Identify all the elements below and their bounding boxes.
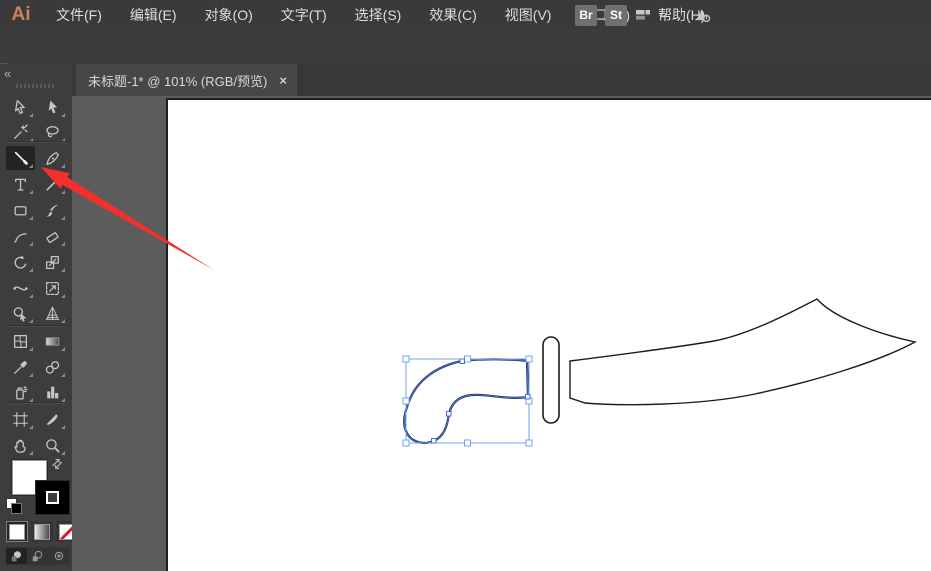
curvature-tool[interactable] — [38, 146, 67, 170]
draw-normal-button[interactable] — [6, 548, 27, 564]
direct-selection-tool[interactable] — [38, 95, 67, 119]
column-graph-tool[interactable] — [38, 380, 67, 404]
menubar-divider — [680, 6, 681, 24]
paintbrush-tool[interactable] — [38, 198, 67, 222]
shape-builder-tool[interactable] — [6, 301, 35, 325]
tool-group-divider — [6, 402, 66, 404]
gradient-icon — [34, 524, 50, 540]
menubar-right-cluster: Br St — [575, 0, 711, 30]
artboard[interactable] — [166, 98, 931, 571]
menu-item-1[interactable]: 编辑(E) — [116, 0, 191, 30]
perspective-grid-tool[interactable] — [38, 301, 67, 325]
document-tab-title: 未标题-1* @ 101% (RGB/预览) — [88, 71, 267, 90]
tool-group-divider — [6, 325, 66, 327]
zoom-tool[interactable] — [38, 433, 67, 457]
gpu-performance-icon[interactable] — [693, 6, 711, 24]
menu-item-2[interactable]: 对象(O) — [191, 0, 267, 30]
menu-bar: Ai 文件(F)编辑(E)对象(O)文字(T)选择(S)效果(C)视图(V)窗口… — [0, 0, 931, 30]
tool-panel: « ⇄ — [0, 64, 73, 571]
free-transform-tool[interactable] — [38, 276, 67, 300]
gradient-button[interactable] — [31, 521, 53, 542]
width-tool[interactable] — [6, 276, 35, 300]
symbol-sprayer-tool[interactable] — [6, 380, 35, 404]
hand-tool[interactable] — [6, 433, 35, 457]
panel-drag-grip[interactable] — [16, 84, 56, 88]
stroke-hole — [46, 491, 59, 504]
line-segment-tool[interactable] — [38, 172, 67, 196]
rectangle-tool[interactable] — [6, 198, 35, 222]
stroke-color-swatch[interactable] — [36, 481, 69, 514]
scale-tool[interactable] — [38, 250, 67, 274]
pen-tool[interactable] — [6, 146, 35, 170]
bridge-button[interactable]: Br — [575, 5, 597, 26]
gradient-tool[interactable] — [38, 329, 67, 353]
canvas-pasteboard[interactable] — [72, 96, 931, 571]
menu-item-3[interactable]: 文字(T) — [267, 0, 341, 30]
eraser-tool[interactable] — [38, 224, 67, 248]
chevron-down-icon[interactable] — [659, 11, 668, 20]
type-tool[interactable] — [6, 172, 35, 196]
eyedropper-tool[interactable] — [6, 355, 35, 379]
menu-item-5[interactable]: 效果(C) — [415, 0, 490, 30]
draw-inside-button[interactable] — [48, 548, 69, 564]
artboard-tool[interactable] — [6, 407, 35, 431]
menu-item-4[interactable]: 选择(S) — [341, 0, 416, 30]
mesh-tool[interactable] — [6, 329, 35, 353]
stock-button[interactable]: St — [605, 5, 627, 26]
workspace-switcher-icon[interactable] — [635, 7, 651, 23]
tool-group-divider — [6, 141, 66, 143]
swap-fill-stroke-icon[interactable]: ⇄ — [48, 454, 67, 473]
default-colors-icon[interactable] — [6, 498, 22, 514]
document-tab-bar: 未标题-1* @ 101% (RGB/预览) × — [72, 64, 931, 98]
pencil-tool[interactable] — [6, 224, 35, 248]
color-fill-button[interactable] — [6, 521, 28, 542]
control-bar: 锚点 转换: 手柄: 锚点: X: 293.5 px Y: 302.5 px 宽… — [0, 30, 931, 65]
illustrator-logo: Ai — [0, 4, 42, 26]
menu-item-6[interactable]: 视图(V) — [491, 0, 566, 30]
selection-tool[interactable] — [6, 95, 35, 119]
tab-close-icon[interactable]: × — [279, 73, 287, 88]
rotate-tool[interactable] — [6, 250, 35, 274]
document-tab[interactable]: 未标题-1* @ 101% (RGB/预览) × — [76, 64, 297, 96]
draw-behind-button[interactable] — [27, 548, 48, 564]
panel-collapse-button[interactable]: « — [4, 67, 11, 80]
blend-tool[interactable] — [38, 355, 67, 379]
color-swatch-icon — [9, 524, 25, 540]
menu-item-0[interactable]: 文件(F) — [42, 0, 116, 30]
slice-tool[interactable] — [38, 407, 67, 431]
draw-modes-group — [6, 547, 70, 565]
